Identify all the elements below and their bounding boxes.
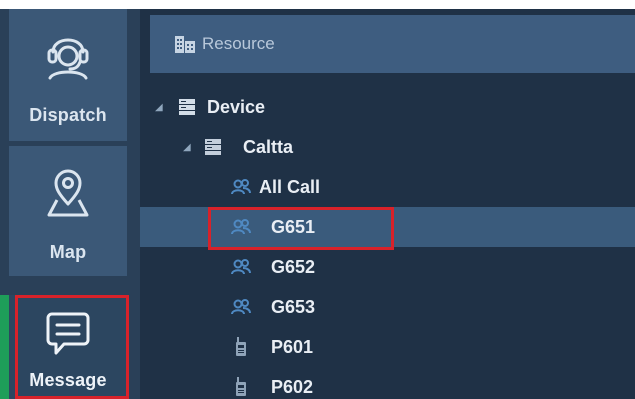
tree-item-label: G651	[271, 216, 316, 237]
nav-message[interactable]: Message	[9, 295, 127, 399]
server-icon	[203, 138, 223, 156]
tree-item-p601[interactable]: P601	[140, 327, 635, 367]
tree-item-all-call[interactable]: All Call	[140, 167, 635, 207]
nav-dispatch-label: Dispatch	[29, 105, 107, 125]
tree-node-device[interactable]: ◢ Device	[140, 87, 635, 127]
talkgroup-icon	[231, 258, 251, 276]
tree-item-label: P602	[271, 376, 314, 397]
tree-item-g653[interactable]: G653	[140, 287, 635, 327]
resource-title: Resource	[202, 34, 275, 53]
talkgroup-icon	[231, 298, 251, 316]
tree-item-g652[interactable]: G652	[140, 247, 635, 287]
tree-item-label: G653	[271, 296, 316, 317]
resource-header[interactable]: Resource	[150, 15, 635, 73]
talkgroup-icon	[231, 178, 251, 196]
nav-dispatch[interactable]: Dispatch	[9, 9, 127, 141]
radio-icon	[234, 337, 248, 357]
headset-person-icon	[9, 26, 127, 80]
map-pin-icon	[9, 168, 127, 218]
tree-node-caltta[interactable]: ◢ Caltta	[140, 127, 635, 167]
tree-node-caltta-label: Caltta	[243, 136, 294, 157]
nav-map[interactable]: Map	[9, 146, 127, 276]
talkgroup-icon	[231, 218, 251, 236]
tree-item-label: G652	[271, 256, 316, 277]
dispatch-console: Dispatch Map Message Resource ◢ Device ◢…	[0, 9, 635, 399]
nav-message-label: Message	[29, 370, 107, 390]
expand-arrow-icon[interactable]: ◢	[155, 102, 163, 113]
server-icon	[177, 98, 197, 116]
tree-item-label: All Call	[259, 176, 321, 197]
tree-item-label: P601	[271, 336, 314, 357]
left-nav: Dispatch Map Message	[0, 9, 140, 399]
tree-item-p602[interactable]: P602	[140, 367, 635, 399]
tree-item-g651[interactable]: G651	[140, 207, 635, 247]
building-icon	[174, 34, 196, 54]
nav-map-label: Map	[49, 242, 87, 262]
tree-node-device-label: Device	[207, 96, 266, 117]
expand-arrow-icon[interactable]: ◢	[183, 142, 191, 153]
chat-bubble-icon	[9, 308, 127, 358]
radio-icon	[234, 377, 248, 397]
